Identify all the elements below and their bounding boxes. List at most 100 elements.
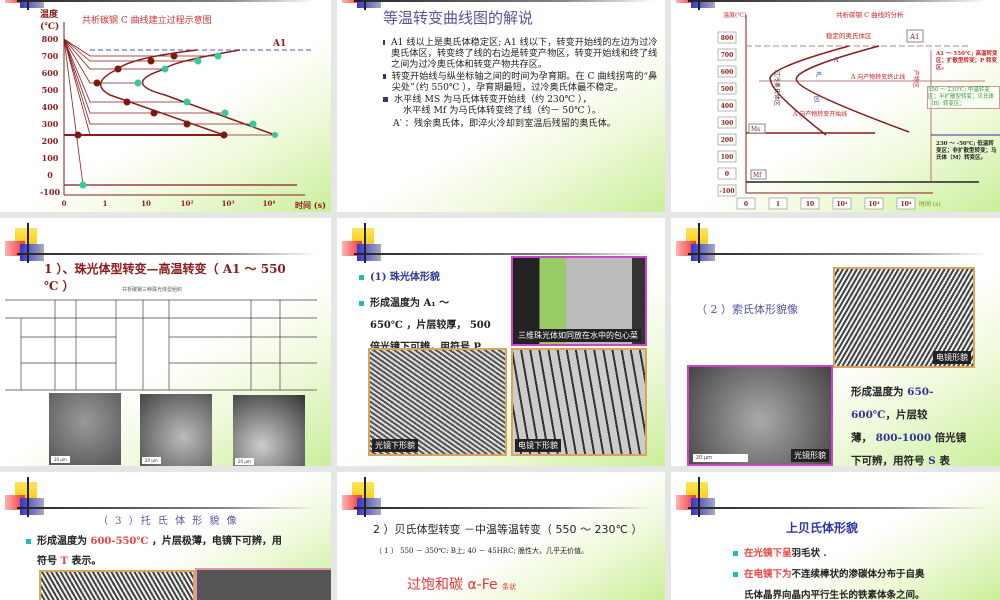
x-tick-labels: 0 1 10 10² 10³ 10⁴ (62, 199, 276, 208)
chart-title: 共析碳钢 C 曲线的分析 (836, 10, 904, 19)
slide-decoration (671, 472, 1000, 520)
troostite-optical-micrograph (195, 568, 331, 600)
bullet-item: 形成温度为 600-550℃ ，片层极薄，电镜下可辨，用 符号 T 表示。 (26, 532, 326, 572)
tick-label: 10⁴ (901, 201, 912, 208)
slide-4-thumbnail[interactable]: 1 ）、珠光体型转变—高温转变（ A1 ～ 550 ℃ ） 共析碳钢三种珠光体型… (0, 218, 331, 466)
coexist-label: A (833, 57, 839, 64)
cabbage-bucket-photo: 三维珠光体如同放在水中的包心菜 (511, 256, 647, 346)
tick-label: 400 (721, 103, 734, 110)
tick-label: 300 (42, 119, 59, 129)
high-temp-zone-note: A1 ～ 550℃; 高温转变区；扩散型转变；P 转变区。 (936, 51, 998, 71)
tick-label: 0 (744, 201, 748, 208)
scale-bar: 20 μm (693, 454, 748, 462)
slide-9-thumbnail[interactable]: 上贝氏体形貌 在光镜下呈羽毛状 . 在电镜下为不连续棒状的渗碳体分布于自奥 氏体晶… (671, 472, 1000, 600)
tick-label: 300 (721, 120, 734, 127)
transformation-end-curve (795, 45, 910, 133)
tick-label: 500 (42, 85, 59, 95)
tick-label: 200 (721, 137, 734, 144)
tick-label: 10⁴ (263, 199, 276, 208)
y-axis-unit: (℃) (40, 21, 59, 32)
bullet-item: 在电镜下为不连续棒状的渗碳体分布于自奥 氏体晶界向晶内平行生长的铁素体条之间。 (733, 564, 993, 600)
photo-caption: 光镜下形貌 (372, 439, 418, 452)
y-tick-labels: 800 700 600 500 400 300 200 100 0 -100 (40, 34, 60, 197)
slide-2-thumbnail[interactable]: 等温转变曲线图的解说 A1 线以上是奥氏体稳定区; A1 线以下，转变开始线的左… (337, 0, 665, 212)
supercooled-region-label: 过冷奥氏体区 (773, 70, 781, 106)
slide-title: 2 ）贝氏体型转变 －中温等温转变（ 550 ～ 230℃ ） (373, 523, 643, 536)
tick-label: 200 (42, 136, 59, 146)
electron-micrograph: 电镜形貌 (833, 267, 975, 368)
coexist-label: 产 (816, 71, 822, 79)
chart-title: 共析碳钢 C 曲线建立过程示意图 (82, 14, 212, 26)
slide-7-thumbnail[interactable]: （ 3 ）托 氏 体 形 貌 像 形成温度为 600-550℃ ，片层极薄，电镜… (0, 472, 331, 600)
tick-label: 10 (806, 201, 814, 208)
transformation-start-curve (100, 49, 225, 136)
slide-title: （ 3 ）托 氏 体 形 貌 像 (98, 516, 239, 527)
x-tick-labels: 0 1 10 10² 10³ 10⁴ (736, 197, 916, 210)
tick-label: 0 (47, 170, 53, 180)
product-region-label: 产物区 (912, 70, 920, 88)
slide-5-thumbnail[interactable]: (1) 珠光体形貌 形成温度为 A₁ ～650℃ ，片层较厚， 500倍光镜下可… (337, 218, 665, 466)
photo-caption: 三维珠光体如同放在水中的包心菜 (515, 329, 641, 342)
electron-micrograph: 电镜下形貌 (511, 348, 647, 456)
text-line: A′ ：残余奥氏体，即淬火冷却到室温后残留的奥氏体。 (393, 118, 616, 129)
a1-label: A1 (272, 39, 286, 49)
ms-label: Ms (751, 126, 760, 133)
text-line: 水平线 Mf 为马氏体转变终了线（约－ 50℃ ）。 (403, 105, 602, 116)
cooling-lines (63, 38, 275, 186)
tick-label: 700 (42, 51, 59, 61)
tick-label: 0 (62, 199, 67, 208)
scale-bar: 20 μm (142, 457, 161, 464)
tick-label: 10² (837, 201, 848, 208)
bullet-item: A1 线以上是奥氏体稳定区; A1 线以下，转变开始线的左边为过冷奥氏体区，转变… (383, 37, 658, 70)
troostite-electron-micrograph (39, 570, 195, 600)
slide-decoration (671, 218, 1000, 266)
slide-title: 等温转变曲线图的解说 (383, 9, 534, 27)
coexist-label: 区 (814, 96, 820, 103)
tick-label: 10² (181, 199, 194, 208)
tick-label: 1 (776, 201, 780, 208)
scale-bar: 20 μm (235, 458, 254, 465)
slide-title: 上贝氏体形貌 (786, 521, 859, 535)
tick-label: 100 (721, 154, 734, 161)
slide-decoration (337, 472, 665, 520)
bullet-item: 在光镜下呈羽毛状 . (733, 543, 993, 564)
photo-caption: 光镜形貌 (791, 449, 829, 462)
tick-label: 800 (42, 34, 59, 44)
tick-label: 100 (42, 153, 59, 163)
tick-label: 400 (42, 102, 59, 112)
bullet-list: A1 线以上是奥氏体稳定区; A1 线以下，转变开始线的左边为过冷奥氏体区，转变… (383, 37, 658, 129)
bullet-item: 水平线 MS 为马氏体转变开始线（约 230℃ ）， (383, 94, 658, 105)
tick-label: 10 (141, 199, 151, 208)
sorbite-description: 形成温度为 650- 600℃，片层较 薄， 800-1000 倍光镜 下可辨，用符号… (851, 386, 967, 466)
c-curve-chart: 温度 (℃) 共析碳钢 C 曲线建立过程示意图 800 700 600 500 400 3… (40, 8, 326, 210)
photo-caption: 电镜形貌 (933, 351, 971, 364)
upper-bainite-note: （ 1 ） 550 － 350℃: B上; 40 － 45HRC; 脆性大，几乎… (375, 547, 589, 555)
troostite-micrograph: 20 μm (233, 395, 305, 466)
tick-label: 500 (721, 86, 734, 93)
tick-label: 1 (103, 199, 108, 208)
mf-label: Mf (753, 172, 762, 179)
tick-label: 800 (721, 35, 734, 42)
sorbite-micrograph: 20 μm (140, 394, 212, 466)
pearlite-micrograph: 20 μm (49, 393, 121, 465)
start-points (74, 52, 228, 139)
stable-region-label: 稳定的奥氏体区 (826, 31, 872, 40)
tick-label: 600 (721, 69, 734, 76)
x-axis-label: 时间 (s) (919, 200, 941, 208)
optical-micrograph: 光镜形貌 20 μm (687, 365, 833, 466)
photo-caption: 电镜下形貌 (515, 439, 561, 452)
tick-label: 600 (42, 68, 59, 78)
slide-1-thumbnail[interactable]: 温度 (℃) 共析碳钢 C 曲线建立过程示意图 800 700 600 500 400 3… (0, 0, 331, 212)
tick-label: 10³ (222, 199, 235, 208)
tick-label: -100 (40, 187, 60, 197)
optical-micrograph: 光镜下形貌 (368, 348, 507, 456)
end-line-label: A 向产物转变终止线 (850, 73, 905, 81)
y-axis-label: 温度 (40, 8, 59, 20)
slide-6-thumbnail[interactable]: （ 2 ）索氏体形貌像 电镜形貌 光镜形貌 20 μm 形成温度为 650- 600… (671, 218, 1000, 466)
slide-8-thumbnail[interactable]: 2 ）贝氏体型转变 －中温等温转变（ 550 ～ 230℃ ） （ 1 ） 55… (337, 472, 665, 600)
a1-label: A1 (909, 33, 920, 41)
slide-3-thumbnail[interactable]: 温度(℃) 共析碳钢 C 曲线的分析 800 700 600 500 400 300 200… (671, 0, 1000, 212)
tick-label: 700 (721, 52, 734, 59)
scale-bar: 20 μm (51, 456, 70, 463)
x-axis-label: 时间 (s) (295, 200, 326, 210)
